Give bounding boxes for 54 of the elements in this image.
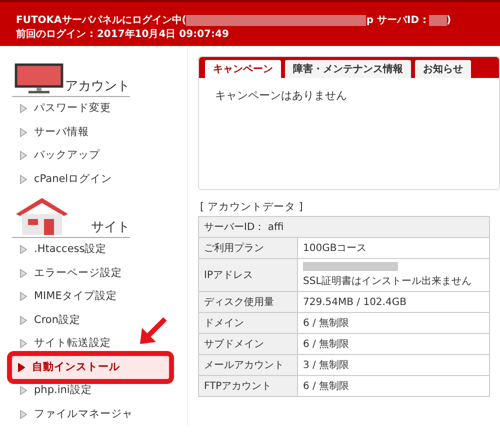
sidebar-item[interactable]: ファイルマネージャ	[0, 402, 187, 426]
triangle-icon	[20, 292, 27, 302]
triangle-icon	[20, 386, 27, 396]
table-cell: 6 / 無制限	[298, 334, 490, 354]
triangle-icon	[20, 268, 27, 278]
table-cell: ご利用プラン	[198, 238, 298, 258]
section-title: アカウント	[65, 78, 130, 96]
sidebar-item[interactable]: エラーページ設定	[0, 262, 187, 285]
sidebar-item[interactable]: サイト転送設定	[0, 332, 187, 356]
table-cell: サーバーID： affi	[198, 216, 490, 238]
redacted-block	[428, 14, 446, 26]
table-cell: FTPアカウント	[198, 376, 298, 396]
tab-message: キャンペーンはありません	[214, 88, 348, 104]
last-login-text: 前回のログイン : 2017年10月4日 09:07:49	[16, 28, 230, 41]
table-cell: IPアドレス	[198, 258, 298, 292]
table-cell: 100GBコース	[298, 238, 490, 258]
table-cell: 6 / 無制限	[298, 312, 490, 334]
triangle-icon	[20, 339, 27, 348]
tab[interactable]: お知らせ	[415, 60, 471, 78]
triangle-icon	[20, 410, 27, 419]
table-cell: ドメイン	[198, 312, 298, 334]
monitor-icon	[14, 62, 64, 94]
triangle-icon	[20, 316, 27, 325]
triangle-icon	[20, 174, 27, 184]
tab[interactable]: 障害・メンテナンス情報	[285, 60, 411, 78]
server-id-label: p サーバID :	[366, 14, 426, 27]
sidebar-item[interactable]: バックアップ	[0, 144, 187, 168]
section-title: サイト	[91, 219, 130, 237]
sidebar-item[interactable]: php.ini設定	[0, 379, 187, 402]
triangle-icon	[20, 151, 27, 160]
sidebar-item[interactable]: MIMEタイプ設定	[0, 285, 187, 308]
sidebar-item[interactable]: サーバ情報	[0, 120, 187, 144]
table-cell: 729.54MB / 102.4GB	[298, 292, 490, 312]
table-cell: SSL証明書はインストール出来ません	[298, 258, 490, 292]
sidebar-item[interactable]: Cron設定	[0, 308, 187, 332]
table-cell: 6 / 無制限	[298, 376, 490, 396]
table-cell: サブドメイン	[198, 334, 298, 354]
arrow-icon	[138, 316, 168, 346]
sidebar-item[interactable]: 自動インストール	[12, 356, 169, 379]
table-cell: 3 / 無制限	[298, 354, 490, 376]
triangle-icon	[20, 104, 27, 114]
house-icon	[14, 197, 70, 235]
sidebar-item[interactable]: .Htaccess設定	[0, 238, 187, 262]
tab[interactable]: キャンペーン	[205, 60, 281, 78]
table-cell: メールアカウント	[198, 354, 298, 376]
closing-paren: )	[446, 14, 452, 26]
triangle-icon	[20, 128, 27, 137]
section-heading: [ アカウントデータ ]	[200, 200, 304, 214]
login-status-text: FUTOKAサーバパネルにログイン中(	[16, 14, 186, 27]
triangle-icon	[18, 362, 25, 372]
triangle-icon	[20, 245, 27, 254]
sidebar-item[interactable]: cPanelログイン	[0, 168, 187, 191]
sidebar-item[interactable]: パスワード変更	[0, 97, 187, 120]
table-cell: ディスク使用量	[198, 292, 298, 312]
